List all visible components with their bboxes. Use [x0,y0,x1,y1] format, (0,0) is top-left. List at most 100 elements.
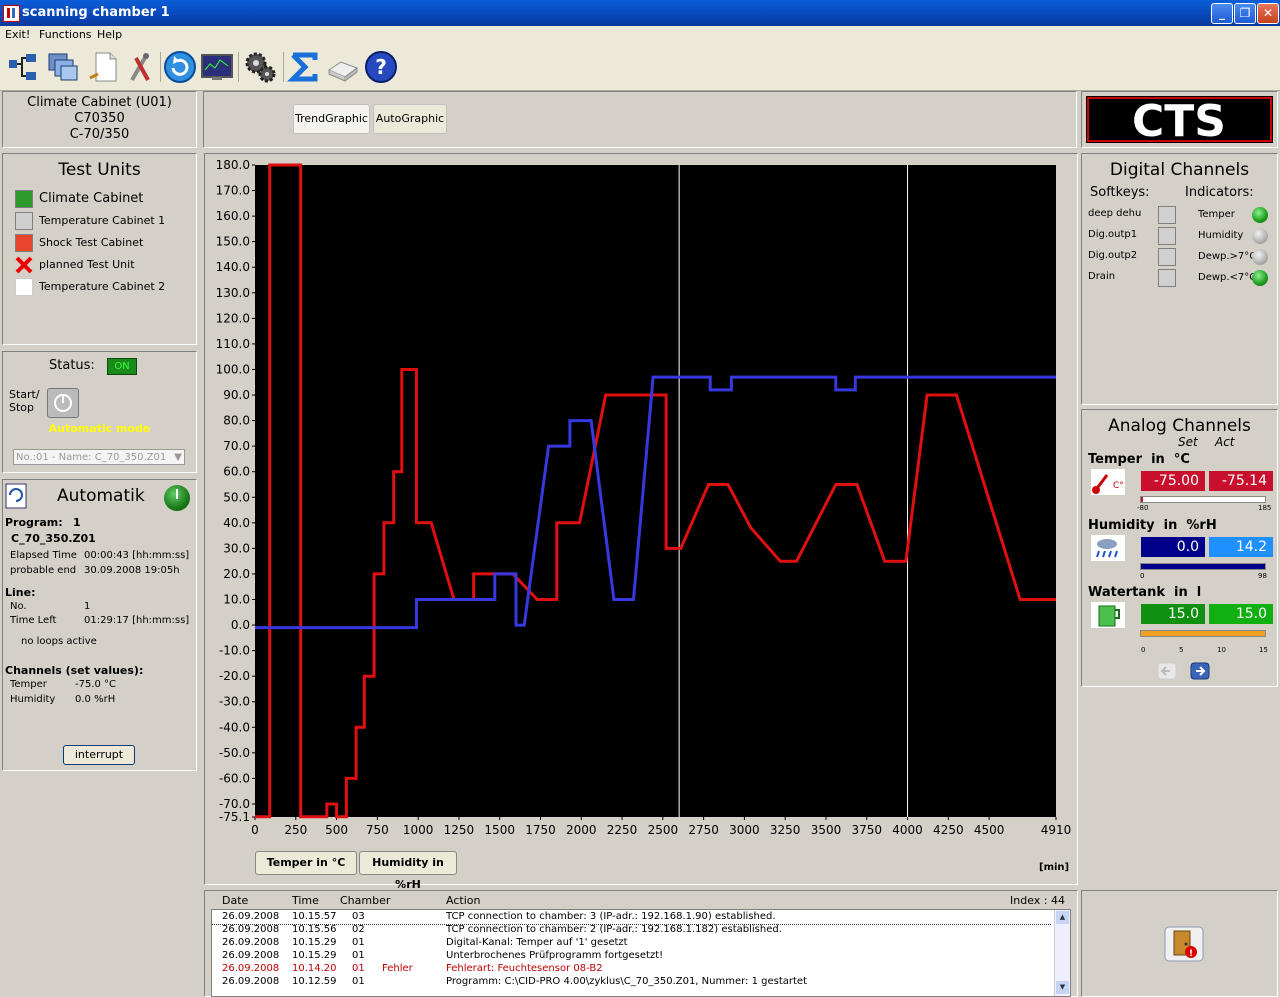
channels-label: Channels (set values): [5,664,144,677]
scroll-up-icon[interactable]: ▲ [1056,911,1069,924]
log-scrollbar[interactable]: ▲ ▼ [1054,910,1070,996]
printer-icon[interactable] [325,50,359,84]
interrupt-button[interactable]: interrupt [63,745,135,765]
y-tick-label: 130.0 [216,286,250,300]
test-units-panel: Test Units Climate Cabinet Temperature C… [2,153,197,345]
y-tick-label: -30.0 [219,695,250,709]
watertank-set-value[interactable]: 15.0 [1141,604,1205,624]
maximize-button[interactable]: ❐ [1234,3,1256,24]
close-button[interactable]: ✕ [1257,3,1279,24]
log-row[interactable]: 26.09.2008 10.15.57 03 TCP connection to ch… [212,911,1052,925]
y-tick-label: 90.0 [223,388,250,402]
unit-temperature-cabinet-2[interactable]: Temperature Cabinet 2 [15,278,195,298]
cts-logo: CTS [1086,96,1273,143]
y-tick-label: 140.0 [216,260,250,274]
watertank-tick: 0 [1141,646,1146,654]
log-cell-time: 10.14.20 [292,963,337,974]
watertank-icon [1091,602,1125,628]
x-tick-label: 1500 [484,823,515,837]
humidity-channel-label: Humidity in %rH [1088,518,1217,533]
windows-icon[interactable] [46,50,80,84]
temper-scale-min: -80 [1137,504,1149,512]
indicator-label: Temper [1198,209,1235,220]
digital-channel-row: Dig.outp2 Dewp.>7°C [1082,248,1277,268]
automatik-panel: Automatik Program: 1 C_70_350.Z01 Elapse… [2,479,197,771]
app-icon [3,5,20,22]
document-icon[interactable] [88,50,122,84]
exit-door-icon[interactable]: ! [1164,926,1204,962]
log-row[interactable]: 26.09.2008 10.12.59 01 Programm: C:\CID-PRO… [212,976,1052,989]
log-cell-chamber: 01 [352,950,365,961]
unit-color-swatch [15,234,33,252]
log-cell-date: 26.09.2008 [222,911,280,922]
log-cell-flag: Fehler [382,963,413,974]
log-cell-action: TCP connection to chamber: 3 (IP-adr.: 1… [446,911,776,922]
tools-icon[interactable] [124,50,158,84]
log-row[interactable]: 26.09.2008 10.15.56 02 TCP connection to ch… [212,924,1052,937]
log-cell-action: Fehlerart: Feuchtesensor 08-B2 [446,963,603,974]
time-left-label: Time Left [10,615,57,626]
network-icon[interactable] [6,50,40,84]
device-name: Climate Cabinet (U01) [27,95,172,110]
help-icon[interactable]: ? [364,50,398,84]
start-stop-button[interactable] [47,388,79,418]
toolbar: ? [0,44,1280,91]
humidity-scale-max: 98 [1258,572,1267,580]
unit-temperature-cabinet-1[interactable]: Temperature Cabinet 1 [15,212,195,232]
unit-shock-test-cabinet[interactable]: Shock Test Cabinet [15,234,195,254]
device-info-panel: Climate Cabinet (U01) C70350 C-70/350 [2,91,197,148]
log-cell-date: 26.09.2008 [222,976,280,987]
temper-series-button[interactable]: Temper in °C [255,851,357,875]
set-humidity-label: Humidity [10,694,56,705]
y-tick-label: 170.0 [216,184,250,198]
log-row[interactable]: 26.09.2008 10.15.29 01 Unterbrochenes Prüfp… [212,950,1052,963]
refresh-icon[interactable] [163,50,197,84]
x-tick-label: 250 [284,823,307,837]
scroll-down-icon[interactable]: ▼ [1056,981,1069,994]
softkey-label: Dig.outp1 [1088,229,1138,240]
softkey-button[interactable] [1158,248,1176,266]
y-tick-label: -10.0 [219,644,250,658]
minimize-button[interactable]: _ [1211,3,1233,24]
arrow-left-icon[interactable] [1157,662,1177,680]
log-row[interactable]: 26.09.2008 10.14.20 01 Fehler Fehlerart: Feu… [212,963,1052,976]
x-tick-label: 3500 [811,823,842,837]
logo-panel: CTS [1081,91,1278,148]
softkey-button[interactable] [1158,227,1176,245]
log-list: 26.09.2008 10.15.57 03 TCP connection to ch… [211,909,1071,997]
menu-exit[interactable]: Exit! [5,28,30,41]
temper-set-value[interactable]: -75.00 [1141,471,1205,491]
log-cell-chamber: 01 [352,937,365,948]
settings-gears-icon[interactable] [243,50,277,84]
softkey-button[interactable] [1158,269,1176,287]
graphic-tabs-panel: TrendGraphic AutoGraphic [203,91,1077,148]
unit-label: Temperature Cabinet 2 [39,280,166,293]
svg-text:CTS: CTS [1132,96,1226,143]
y-tick-label: -40.0 [219,720,250,734]
log-cell-chamber: 03 [352,911,365,922]
monitor-icon[interactable] [200,50,234,84]
softkey-button[interactable] [1158,206,1176,224]
unit-planned-test-unit[interactable]: planned Test Unit [15,256,195,276]
y-tick-label: 160.0 [216,209,250,223]
tab-autographic[interactable]: AutoGraphic [373,104,447,134]
softkey-label: Dig.outp2 [1088,250,1138,261]
elapsed-label: Elapsed Time [10,550,77,561]
y-tick-label: -60.0 [219,771,250,785]
unit-climate-cabinet[interactable]: Climate Cabinet [15,190,195,210]
arrow-right-icon[interactable] [1190,662,1210,680]
log-row[interactable]: 26.09.2008 10.15.29 01 Digital-Kanal: Tempe… [212,937,1052,950]
humidity-set-value[interactable]: 0.0 [1141,537,1205,557]
x-tick-label: 1000 [403,823,434,837]
tab-trendgraphic[interactable]: TrendGraphic [293,104,370,134]
indicator-label: Dewp.<7°C [1198,272,1257,283]
x-tick-label: 4000 [892,823,923,837]
program-select[interactable]: No.:01 - Name: C_70_350.Z01 ▼ [13,449,185,465]
temper-act-value: -75.14 [1209,471,1273,491]
humidity-series-button[interactable]: Humidity in %rH [359,851,457,891]
sigma-icon[interactable] [287,50,321,84]
menu-functions[interactable]: Functions [39,28,92,41]
menu-help[interactable]: Help [97,28,122,41]
probable-end-label: probable end [10,565,77,576]
temper-scale-max: 185 [1258,504,1272,512]
